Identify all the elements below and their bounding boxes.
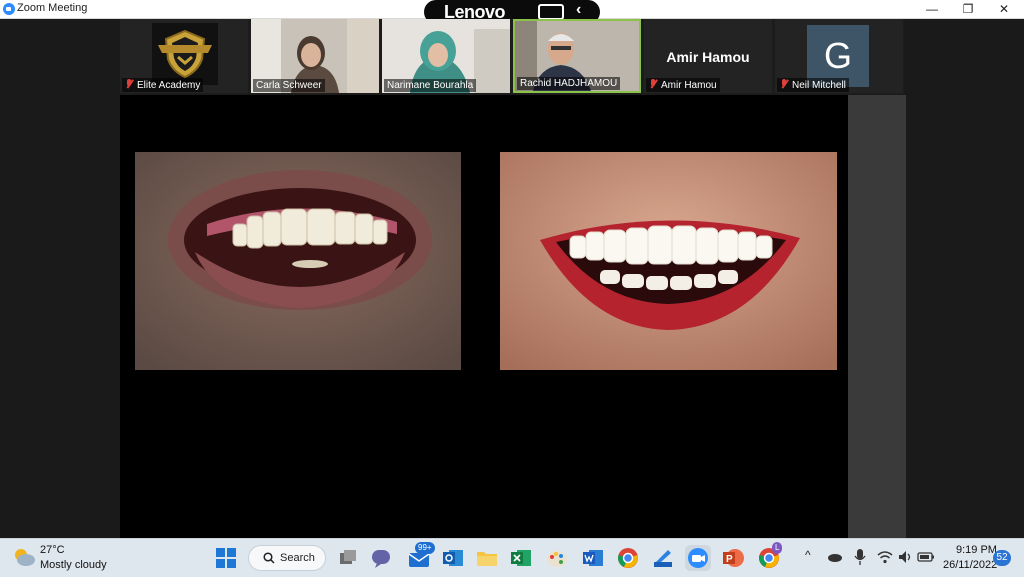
- cloudy-weather-icon[interactable]: [12, 547, 36, 567]
- mic-muted-icon: [125, 79, 134, 89]
- svg-text:P: P: [726, 554, 733, 565]
- notification-badge[interactable]: 52: [993, 550, 1011, 566]
- excel-icon[interactable]: [508, 545, 534, 571]
- outlook-icon[interactable]: [440, 545, 466, 571]
- window-switch-icon[interactable]: [538, 4, 564, 20]
- elite-academy-logo: [152, 23, 218, 85]
- participant-name: Neil Mitchell: [777, 78, 849, 92]
- taskbar: 27°C Mostly cloudy Search 99+ P L ^ 9:19…: [0, 538, 1024, 577]
- teams-chat-icon[interactable]: [368, 545, 394, 571]
- participant-tile[interactable]: Amir Hamou Amir Hamou: [644, 19, 772, 93]
- powerpoint-icon[interactable]: P: [720, 545, 746, 571]
- battery-icon[interactable]: [917, 550, 935, 564]
- restore-button[interactable]: ❐: [950, 0, 986, 18]
- shared-screen: [120, 95, 848, 538]
- snipping-tool-icon[interactable]: [650, 545, 676, 571]
- clock-date[interactable]: 26/11/2022: [943, 559, 997, 571]
- participant-tile[interactable]: Narimane Bourahla: [382, 19, 510, 93]
- task-view-icon[interactable]: [335, 545, 361, 571]
- participant-tile[interactable]: G Neil Mitchell: [775, 19, 903, 93]
- word-icon[interactable]: [580, 545, 606, 571]
- volume-icon[interactable]: [898, 550, 912, 564]
- participant-strip: Elite Academy Carla Schweer Narimane Bou…: [120, 19, 904, 95]
- mic-muted-icon: [649, 79, 658, 89]
- participant-name: Elite Academy: [122, 78, 204, 92]
- participant-tile[interactable]: Elite Academy: [120, 19, 248, 93]
- participant-display-name: Amir Hamou: [666, 49, 750, 65]
- tray-overflow-chevron-icon[interactable]: ^: [805, 548, 811, 562]
- clock-time[interactable]: 9:19 PM: [956, 544, 997, 556]
- weather-temperature[interactable]: 27°C: [40, 544, 65, 556]
- participant-name: Narimane Bourahla: [384, 79, 477, 92]
- microphone-icon[interactable]: [854, 549, 866, 565]
- participant-name: Carla Schweer: [253, 79, 325, 92]
- participant-name: Rachid HADJHAMOU: [517, 77, 621, 90]
- dental-photo-before: [135, 152, 461, 370]
- mic-muted-icon: [780, 79, 789, 89]
- participant-name: Amir Hamou: [646, 78, 720, 92]
- close-button[interactable]: ✕: [986, 0, 1022, 18]
- windows-start-icon[interactable]: [216, 548, 236, 568]
- taskbar-search[interactable]: Search: [248, 545, 326, 571]
- share-sidebar: [848, 95, 906, 538]
- minimize-button[interactable]: —: [914, 0, 950, 18]
- participant-tile-active[interactable]: Rachid HADJHAMOU: [513, 19, 641, 93]
- paint-icon[interactable]: [544, 545, 570, 571]
- search-label: Search: [280, 552, 315, 564]
- search-icon: [263, 552, 275, 564]
- collapse-chevron-icon[interactable]: ‹: [576, 1, 581, 19]
- zoom-taskbar-icon[interactable]: [685, 545, 711, 571]
- dental-photo-after: [500, 152, 837, 370]
- participant-tile[interactable]: Carla Schweer: [251, 19, 379, 93]
- weather-condition[interactable]: Mostly cloudy: [40, 559, 107, 571]
- file-explorer-icon[interactable]: [474, 545, 500, 571]
- wifi-icon[interactable]: [877, 550, 893, 564]
- chrome-icon[interactable]: [615, 545, 641, 571]
- window-title: Zoom Meeting: [17, 2, 88, 14]
- onedrive-icon[interactable]: [826, 551, 842, 563]
- zoom-app-icon: [3, 3, 15, 15]
- mail-badge: 99+: [415, 542, 435, 554]
